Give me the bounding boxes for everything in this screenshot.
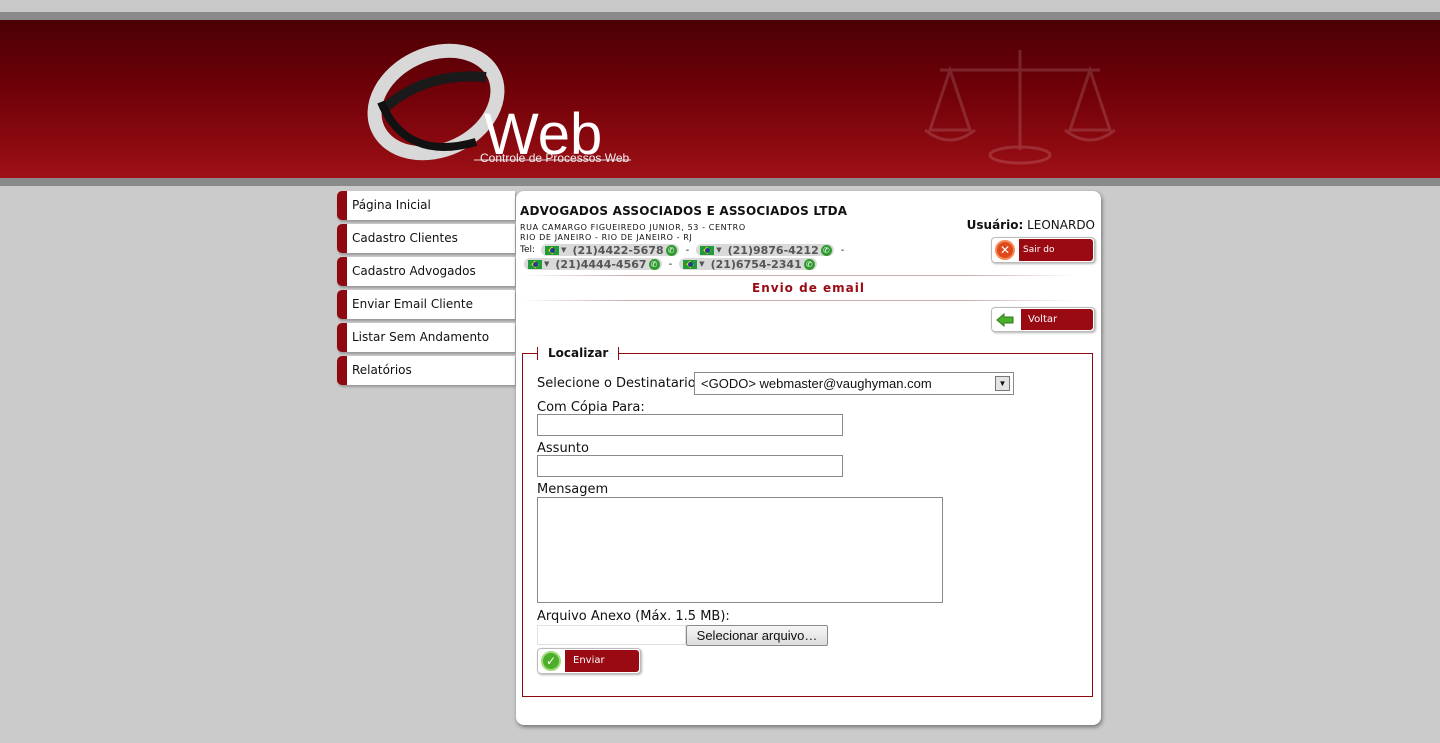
main-panel: ADVOGADOS ASSOCIADOS E ASSOCIADOS LTDA R… [516,191,1101,725]
phone-number: (21)6754-2341 [710,257,802,271]
company-address: RUA CAMARGO FIGUEIREDO JUNIOR, 53 - CENT… [520,223,746,243]
subject-label: Assunto [537,441,589,456]
phone-number: (21)9876-4212 [727,243,819,257]
caret-down-icon: ▼ [716,246,722,254]
top-divider [0,12,1440,20]
sidebar-item-relatorios[interactable]: Relatórios [337,356,515,385]
phone-separator: - [840,244,845,256]
logout-label: Sair do Sistema [1019,239,1093,277]
message-textarea[interactable] [537,497,943,603]
logo-subtitle: Controle de Processos Web [480,151,630,165]
address-line-2: RIO DE JANEIRO - RIO DE JANEIRO - RJ [520,233,693,242]
phone-row-2: ▼ (21)4444-4567 ✆ - ▼ (21)6754-2341 ✆ [524,257,817,271]
caret-down-icon: ▼ [544,260,550,268]
justice-scales-icon [924,50,1116,165]
top-strip [0,0,1440,12]
logout-button[interactable]: ✕ Sair do Sistema [991,237,1095,277]
brazil-flag-icon [545,245,560,255]
phone-chip[interactable]: ▼ (21)4422-5678 ✆ [541,243,679,257]
dropdown-arrow-icon[interactable]: ▼ [995,376,1010,391]
sidebar-item-enviar-email-cliente[interactable]: Enviar Email Cliente [337,290,515,319]
company-name: ADVOGADOS ASSOCIADOS E ASSOCIADOS LTDA [520,204,848,218]
send-button[interactable]: ✓ Enviar [537,648,641,674]
back-button[interactable]: Voltar [991,307,1095,332]
title-divider-top [520,275,1076,276]
call-icon[interactable]: ✆ [820,244,832,256]
cc-input[interactable] [537,414,843,436]
recipient-select[interactable]: <GODO> webmaster@vaughyman.com ▼ [694,372,1014,395]
phone-number: (21)4444-4567 [555,257,647,271]
title-divider-bottom [520,300,1076,301]
address-line-1: RUA CAMARGO FIGUEIREDO JUNIOR, 53 - CENT… [520,223,746,232]
user-info: Usuário: LEONARDO [967,218,1095,232]
call-icon[interactable]: ✆ [665,244,677,256]
caret-down-icon: ▼ [561,246,567,254]
attachment-label: Arquivo Anexo (Máx. 1.5 MB): [537,609,730,624]
phone-chip[interactable]: ▼ (21)4444-4567 ✆ [524,257,662,271]
recipient-label: Selecione o Destinatario [537,376,696,391]
sidebar-item-cadastro-clientes[interactable]: Cadastro Clientes [337,224,515,253]
user-name: LEONARDO [1027,218,1095,232]
subject-input[interactable] [537,455,843,477]
header-bottom-divider [0,178,1440,186]
sidebar-item-listar-sem-andamento[interactable]: Listar Sem Andamento [337,323,515,352]
sidebar: Página Inicial Cadastro Clientes Cadastr… [337,191,515,389]
brazil-flag-icon [683,259,698,269]
phone-separator: - [668,258,673,270]
call-icon[interactable]: ✆ [648,258,660,270]
phone-chip[interactable]: ▼ (21)9876-4212 ✆ [696,243,834,257]
brazil-flag-icon [528,259,542,269]
sidebar-item-pagina-inicial[interactable]: Página Inicial [337,191,515,220]
select-file-button[interactable]: Selecionar arquivo… [686,625,828,646]
brazil-flag-icon [700,245,715,255]
page-title: Envio de email [752,281,865,295]
header-banner: Web Controle de Processos Web [0,20,1440,178]
caret-down-icon: ▼ [699,260,705,268]
close-circle-icon: ✕ [995,240,1015,260]
send-label: Enviar [565,650,639,672]
check-icon: ✓ [541,651,561,671]
phone-number: (21)4422-5678 [572,243,664,257]
tel-label: Tel: [520,245,536,255]
phone-chip[interactable]: ▼ (21)6754-2341 ✆ [679,257,817,271]
call-icon[interactable]: ✆ [803,258,815,270]
cc-label: Com Cópia Para: [537,400,645,415]
recipient-value: <GODO> webmaster@vaughyman.com [701,376,932,391]
user-label: Usuário: [966,218,1024,232]
phone-separator: - [685,244,690,256]
arrow-left-icon [995,311,1015,329]
phone-row-1: Tel: ▼ (21)4422-5678 ✆ - ▼ (21)9876-4212… [520,243,851,257]
attachment-file-name[interactable] [537,625,686,645]
form-legend: Localizar [537,347,620,360]
back-label: Voltar [1021,309,1093,330]
message-label: Mensagem [537,482,609,497]
sidebar-item-cadastro-advogados[interactable]: Cadastro Advogados [337,257,515,286]
